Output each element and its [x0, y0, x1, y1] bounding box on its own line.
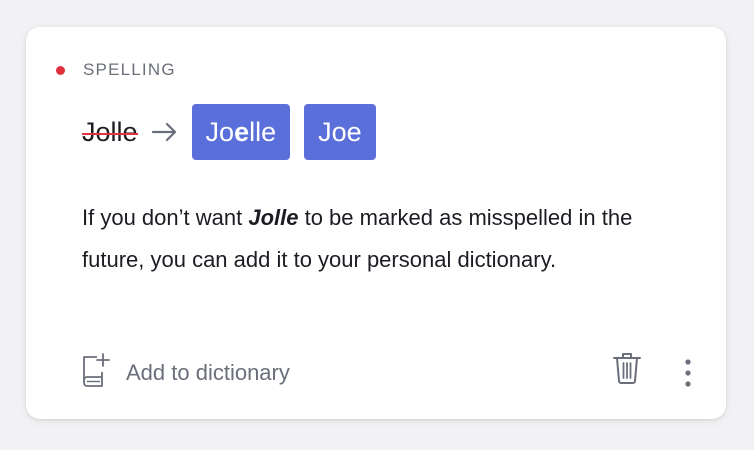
suggestion-chip-joelle[interactable]: Jo e lle: [191, 104, 291, 160]
trash-icon: [612, 351, 642, 390]
spelling-suggestion-card: SPELLING Jolle Jo e lle Joe If you don’t w…: [26, 27, 726, 419]
suggestion-chip-joe[interactable]: Joe: [304, 104, 376, 160]
error-indicator-dot: [56, 65, 65, 75]
dictionary-add-icon: [80, 352, 112, 393]
more-vertical-icon: [684, 358, 692, 393]
category-label: SPELLING: [83, 60, 176, 79]
add-to-dictionary-button[interactable]: Add to dictionary: [80, 352, 290, 393]
add-to-dictionary-label: Add to dictionary: [126, 359, 290, 385]
trash-button[interactable]: [611, 352, 643, 388]
highlighted-word: Jolle: [248, 205, 299, 230]
misspelled-word: Jolle: [82, 116, 138, 147]
category-header: SPELLING: [56, 60, 176, 80]
more-options-button[interactable]: [676, 357, 700, 393]
suggestion-row: Jolle Jo e lle Joe: [82, 104, 390, 160]
strikethrough: [82, 132, 138, 135]
arrow-right-icon: [151, 122, 178, 142]
description-text: If you don’t want Jolle to be marked as …: [82, 205, 633, 272]
